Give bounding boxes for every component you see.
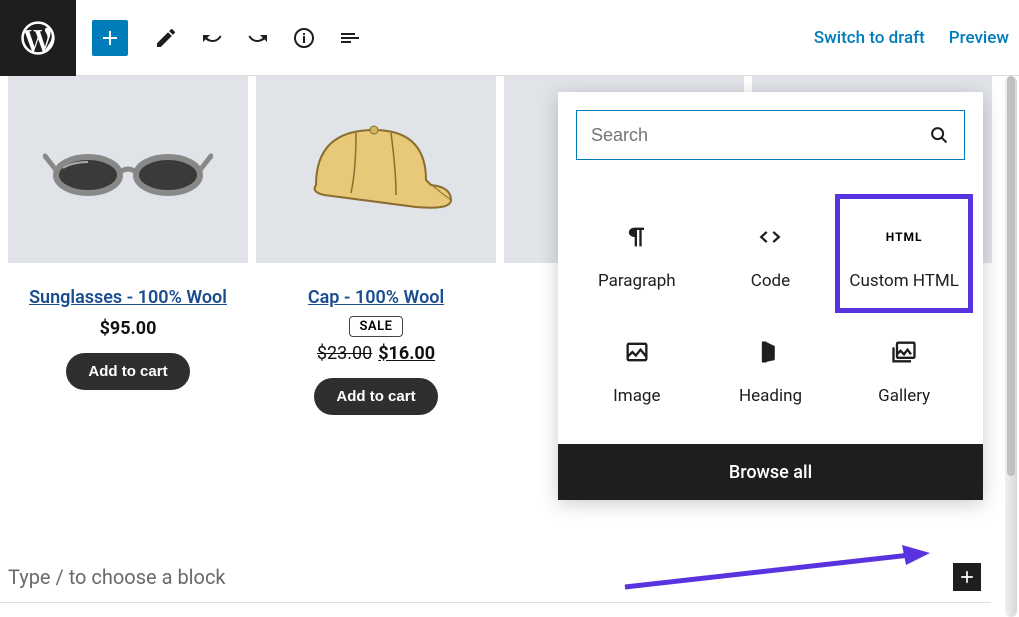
search-input-container[interactable] [576,110,965,160]
inline-add-block-button[interactable] [953,563,981,591]
old-price: $23.00 [317,343,372,364]
block-code[interactable]: Code [704,196,838,311]
heading-icon [756,338,784,366]
block-label: Code [751,271,790,291]
plus-icon [98,26,122,50]
top-toolbar: Switch to draft Preview [0,0,1019,76]
add-to-cart-button[interactable]: Add to cart [314,378,437,415]
browse-all-button[interactable]: Browse all [558,444,983,500]
info-icon [292,26,316,50]
prompt-placeholder: Type / to choose a block [8,565,226,589]
block-custom-html[interactable]: HTML Custom HTML [837,196,971,311]
add-to-cart-button[interactable]: Add to cart [66,353,189,390]
block-label: Image [613,386,660,406]
block-heading[interactable]: Heading [704,311,838,426]
product-image [8,76,248,263]
toolbar-right-group: Switch to draft Preview [814,28,1019,48]
sale-badge: SALE [349,316,404,337]
product-price: $23.00 $16.00 [256,343,496,364]
paragraph-icon [623,223,651,251]
block-label: Heading [739,386,802,406]
undo-icon [200,26,224,50]
edit-button[interactable] [144,16,188,60]
list-view-button[interactable] [328,16,372,60]
product-title[interactable]: Cap - 100% Wool [256,285,496,310]
blocks-grid: Paragraph Code HTML Custom HTML Image He… [558,178,983,444]
list-view-icon [338,26,362,50]
search-wrapper [558,92,983,178]
block-inserter-panel: Paragraph Code HTML Custom HTML Image He… [558,92,983,500]
cap-illustration [296,115,456,225]
search-icon [928,124,950,146]
block-label: Custom HTML [849,271,958,291]
new-price: $16.00 [378,343,435,364]
product-image [256,76,496,263]
product-info: Sunglasses - 100% Wool $95.00 Add to car… [8,263,248,390]
divider [0,602,991,603]
block-label: Paragraph [598,271,676,291]
code-icon [756,223,784,251]
pencil-icon [154,26,178,50]
block-image[interactable]: Image [570,311,704,426]
block-gallery[interactable]: Gallery [837,311,971,426]
redo-icon [246,26,270,50]
gallery-icon [890,338,918,366]
product-card: Sunglasses - 100% Wool $95.00 Add to car… [8,76,248,415]
switch-to-draft-link[interactable]: Switch to draft [814,28,925,48]
wordpress-icon [18,18,58,58]
wordpress-logo[interactable] [0,0,76,76]
html-icon: HTML [886,230,923,244]
redo-button[interactable] [236,16,280,60]
product-price: $95.00 [8,318,248,339]
scrollbar[interactable] [1005,76,1017,617]
sunglasses-illustration [43,140,213,200]
block-label: Gallery [878,386,930,406]
product-info: Cap - 100% Wool SALE $23.00 $16.00 Add to… [256,263,496,415]
add-block-button[interactable] [92,20,128,56]
preview-link[interactable]: Preview [949,28,1009,48]
block-prompt[interactable]: Type / to choose a block [8,563,981,591]
product-title[interactable]: Sunglasses - 100% Wool [8,285,248,310]
search-input[interactable] [591,125,928,146]
toolbar-left-group [76,16,372,60]
block-paragraph[interactable]: Paragraph [570,196,704,311]
plus-icon [957,567,977,587]
undo-button[interactable] [190,16,234,60]
product-card: Cap - 100% Wool SALE $23.00 $16.00 Add to… [256,76,496,415]
info-button[interactable] [282,16,326,60]
image-icon [623,338,651,366]
